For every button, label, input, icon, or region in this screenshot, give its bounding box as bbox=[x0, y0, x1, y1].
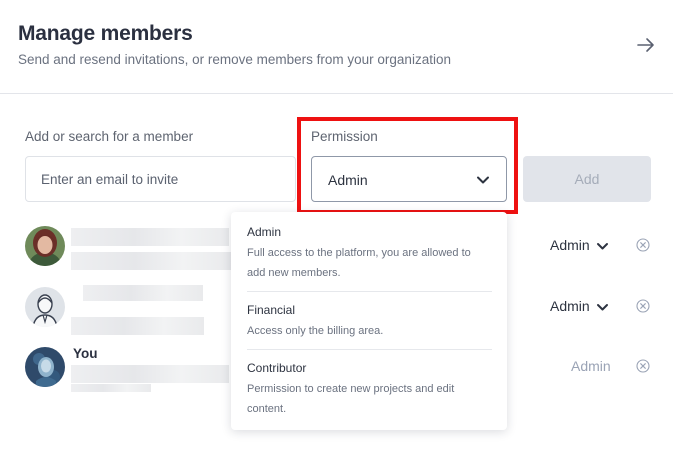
arrow-right-icon[interactable] bbox=[635, 34, 657, 56]
permission-dropdown-menu: Admin Full access to the platform, you a… bbox=[231, 212, 507, 430]
remove-member-icon[interactable] bbox=[636, 299, 650, 313]
option-description: Permission to create new projects and ed… bbox=[247, 383, 455, 415]
permission-option-contributor[interactable]: Contributor Permission to create new pro… bbox=[247, 360, 492, 419]
remove-member-icon[interactable] bbox=[636, 238, 650, 252]
member-role-select[interactable]: Admin bbox=[550, 237, 590, 253]
avatar bbox=[25, 347, 65, 387]
chevron-down-icon[interactable] bbox=[596, 301, 609, 314]
option-title: Contributor bbox=[247, 361, 307, 375]
page-subtitle: Send and resend invitations, or remove m… bbox=[18, 52, 451, 67]
permission-field-label: Permission bbox=[311, 129, 378, 144]
option-description: Full access to the platform, you are all… bbox=[247, 247, 471, 279]
option-description: Access only the billing area. bbox=[247, 325, 384, 337]
member-email-redacted bbox=[71, 317, 204, 335]
permission-option-admin[interactable]: Admin Full access to the platform, you a… bbox=[247, 224, 492, 283]
member-name-redacted bbox=[83, 285, 203, 301]
member-email-redacted bbox=[71, 252, 231, 270]
permission-option-financial[interactable]: Financial Access only the billing area. bbox=[247, 302, 492, 341]
chevron-down-icon bbox=[477, 176, 489, 184]
member-role-readonly: Admin bbox=[571, 358, 611, 374]
member-email-redacted bbox=[71, 384, 151, 392]
permission-select-value: Admin bbox=[328, 172, 368, 188]
divider bbox=[247, 291, 492, 292]
member-role-select[interactable]: Admin bbox=[550, 298, 590, 314]
member-name-you: You bbox=[73, 346, 98, 361]
divider bbox=[247, 349, 492, 350]
avatar bbox=[25, 287, 65, 327]
member-name-redacted bbox=[71, 228, 229, 246]
remove-member-icon[interactable] bbox=[636, 359, 650, 373]
page-title: Manage members bbox=[18, 22, 193, 45]
member-field-label: Add or search for a member bbox=[25, 129, 194, 144]
modal-header: Manage members Send and resend invitatio… bbox=[0, 0, 673, 94]
option-title: Admin bbox=[247, 225, 282, 239]
email-invite-input[interactable] bbox=[25, 156, 296, 202]
permission-select[interactable]: Admin bbox=[311, 156, 507, 202]
member-email-redacted bbox=[71, 365, 229, 383]
option-title: Financial bbox=[247, 303, 296, 317]
chevron-down-icon[interactable] bbox=[596, 240, 609, 253]
avatar bbox=[25, 226, 65, 266]
add-member-button[interactable]: Add bbox=[523, 156, 651, 202]
